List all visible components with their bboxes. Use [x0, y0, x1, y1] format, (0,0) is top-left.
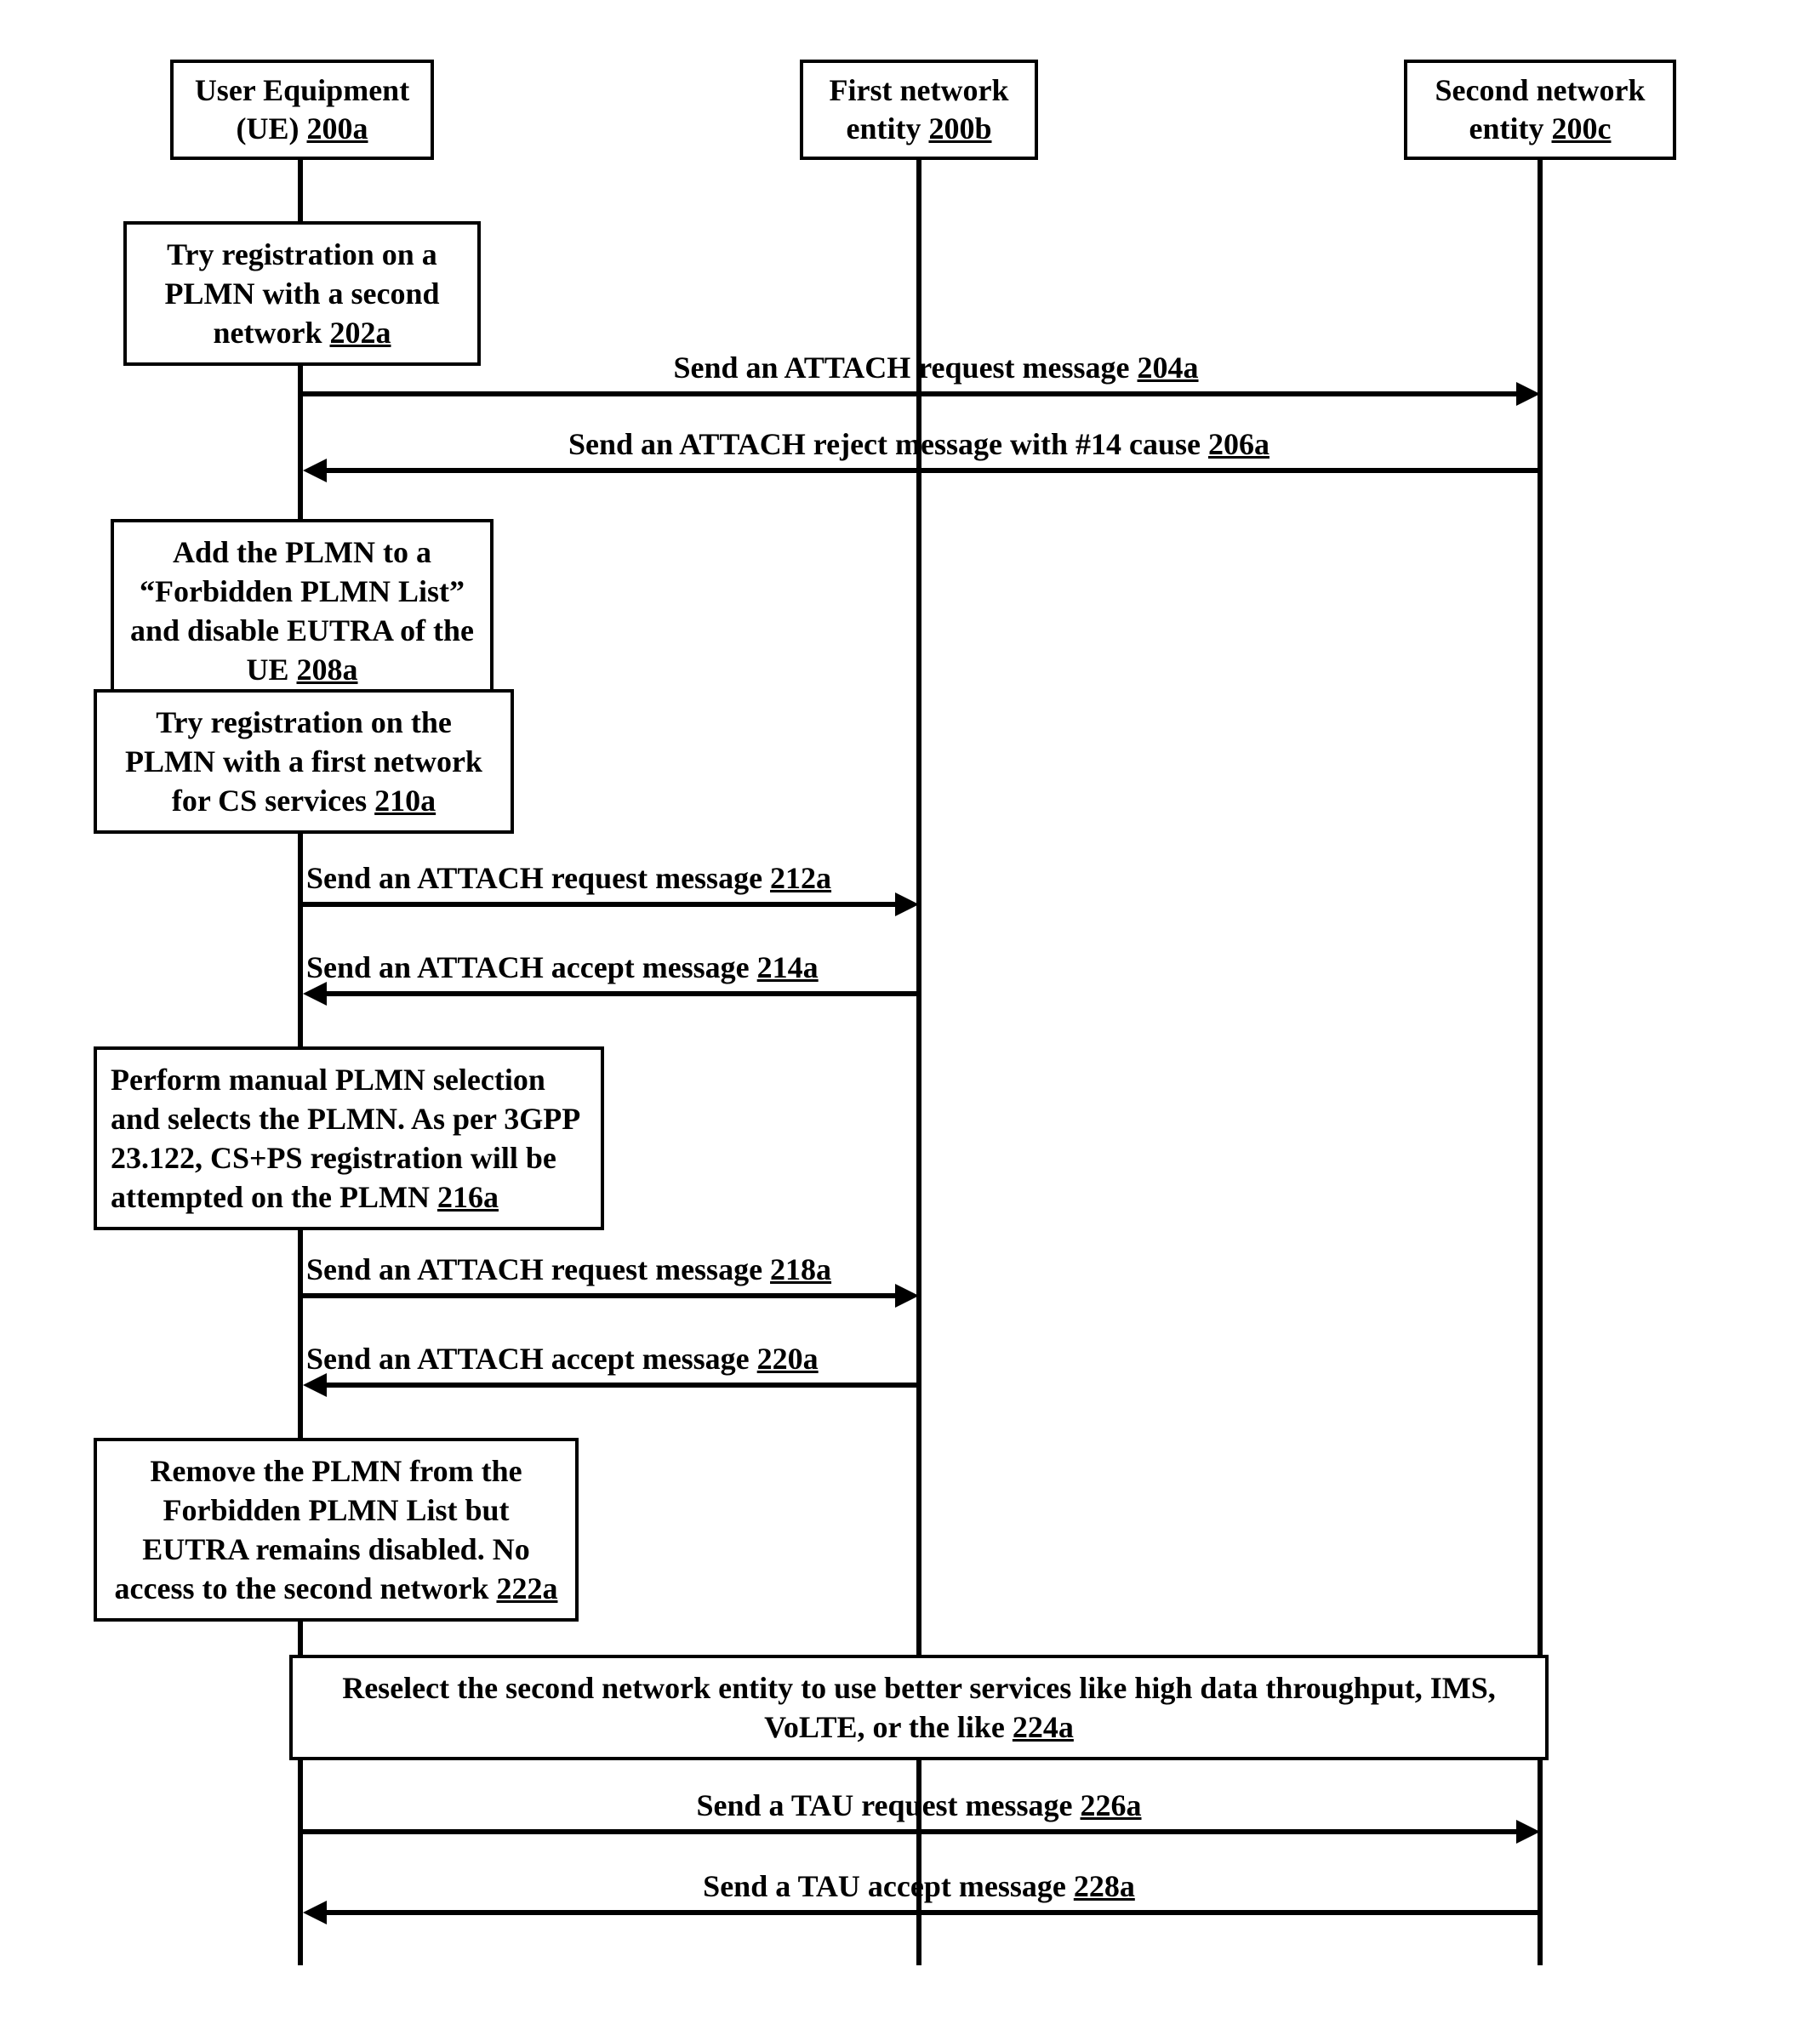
step-216a: Perform manual PLMN selection and select…	[94, 1046, 604, 1230]
sequence-diagram: User Equipment (UE) 200a First network e…	[34, 34, 1786, 1990]
step-224a-ref: 224a	[1013, 1710, 1074, 1744]
msg-220a-arrow	[323, 1383, 919, 1388]
msg-212a-arrow	[303, 902, 899, 907]
msg-212a-label: Send an ATTACH request message 212a	[306, 859, 927, 898]
step-222a-ref: 222a	[496, 1571, 557, 1605]
step-224a: Reselect the second network entity to us…	[289, 1655, 1549, 1760]
msg-218a-label: Send an ATTACH request message 218a	[306, 1251, 927, 1289]
msg-206a-arrowhead	[303, 459, 327, 482]
msg-226a-label: Send a TAU request message 226a	[647, 1787, 1191, 1825]
participant-first: First network entity 200b	[800, 60, 1038, 160]
step-208a-ref: 208a	[297, 653, 358, 687]
msg-228a-arrowhead	[303, 1901, 327, 1924]
step-216a-ref: 216a	[437, 1180, 499, 1214]
msg-206a-arrow	[323, 468, 1540, 473]
step-216a-text: Perform manual PLMN selection and select…	[111, 1063, 579, 1214]
msg-220a-label: Send an ATTACH accept message 220a	[306, 1340, 927, 1378]
participant-first-ref: 200b	[928, 111, 991, 145]
msg-212a-arrowhead	[895, 892, 919, 916]
step-224a-text: Reselect the second network entity to us…	[342, 1671, 1496, 1744]
participant-second-title: Second network entity	[1435, 73, 1645, 145]
msg-214a-arrowhead	[303, 982, 327, 1006]
msg-204a-label: Send an ATTACH request message 204a	[613, 349, 1259, 387]
msg-214a-label: Send an ATTACH accept message 214a	[306, 949, 927, 987]
msg-226a-arrow	[303, 1829, 1520, 1834]
msg-214a-arrow	[323, 991, 919, 996]
step-202a: Try registration on a PLMN with a second…	[123, 221, 481, 366]
participant-ue-ref: 200a	[307, 111, 368, 145]
step-202a-text: Try registration on a PLMN with a second…	[165, 237, 440, 350]
participant-second-ref: 200c	[1552, 111, 1612, 145]
participant-ue-title: User Equipment (UE)	[195, 73, 409, 145]
msg-204a-arrowhead	[1516, 382, 1540, 406]
step-210a-ref: 210a	[374, 784, 436, 818]
msg-220a-arrowhead	[303, 1373, 327, 1397]
msg-226a-arrowhead	[1516, 1820, 1540, 1844]
msg-228a-label: Send a TAU accept message 228a	[655, 1867, 1183, 1906]
step-202a-ref: 202a	[330, 316, 391, 350]
participant-ue: User Equipment (UE) 200a	[170, 60, 434, 160]
msg-206a-label: Send an ATTACH reject message with #14 c…	[511, 425, 1327, 464]
step-222a: Remove the PLMN from the Forbidden PLMN …	[94, 1438, 579, 1622]
msg-228a-arrow	[323, 1910, 1540, 1915]
participant-second: Second network entity 200c	[1404, 60, 1676, 160]
msg-218a-arrowhead	[895, 1284, 919, 1308]
msg-218a-arrow	[303, 1293, 899, 1298]
msg-204a-arrow	[303, 391, 1520, 396]
step-222a-text: Remove the PLMN from the Forbidden PLMN …	[115, 1454, 530, 1605]
step-208a: Add the PLMN to a “Forbidden PLMN List” …	[111, 519, 494, 703]
step-210a: Try registration on the PLMN with a firs…	[94, 689, 514, 834]
